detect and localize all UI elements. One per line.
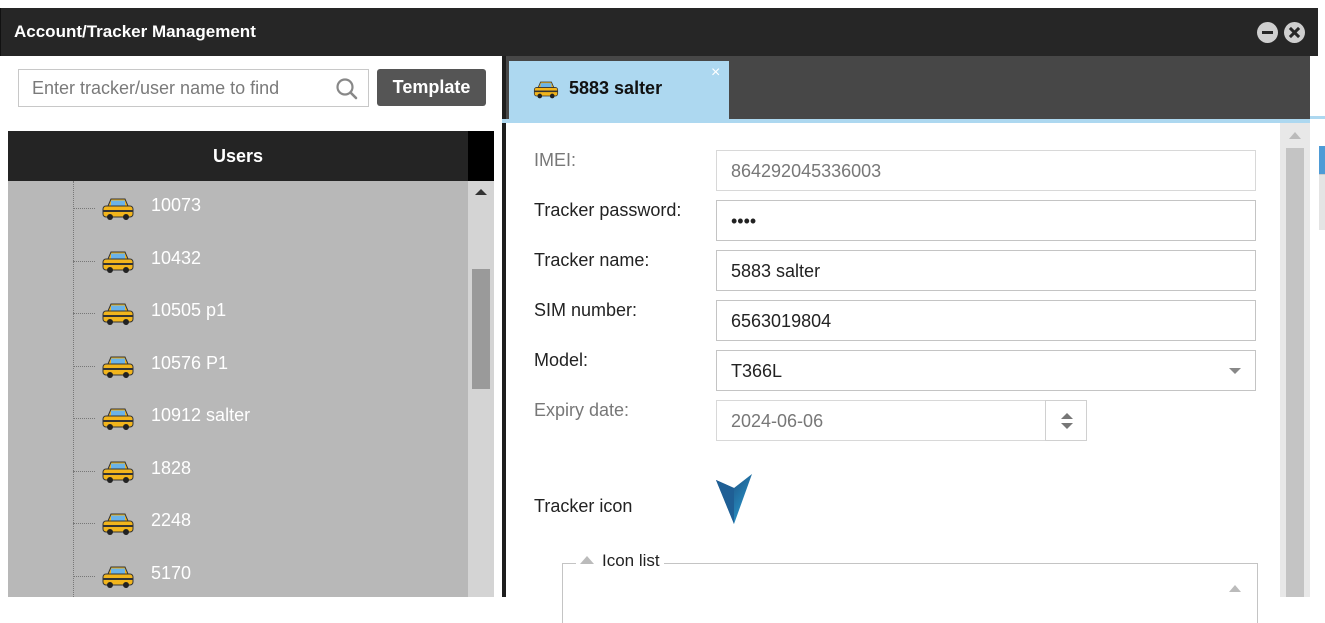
close-window-icon[interactable] <box>1284 22 1305 43</box>
window-title: Account/Tracker Management <box>14 22 256 41</box>
sim-number-field[interactable]: 6563019804 <box>716 300 1256 341</box>
car-icon <box>102 513 134 535</box>
tree-branch <box>73 208 95 209</box>
tree-item-label: 1828 <box>151 457 192 478</box>
tree-branch <box>73 418 95 419</box>
tree-item[interactable]: 2248 <box>73 496 453 536</box>
tree-item-label: 2248 <box>151 510 192 530</box>
tree-branch <box>73 523 95 524</box>
search-icon[interactable] <box>334 76 360 102</box>
tree-item[interactable]: 10432 <box>73 234 453 274</box>
tracker-detail-panel: 5883 salter × IMEI: 864292045336003 Trac… <box>502 56 1310 623</box>
car-icon <box>102 198 134 220</box>
car-icon <box>102 408 134 430</box>
imei-field: 864292045336003 <box>716 150 1256 191</box>
tracker-icon-label: Tracker icon <box>534 496 633 516</box>
expiry-date-field: 2024-06-06 <box>716 400 1046 441</box>
spinner-up-icon[interactable] <box>1061 413 1073 419</box>
scrollbar-thumb[interactable] <box>1286 148 1304 597</box>
imei-label: IMEI: <box>534 150 577 170</box>
background-window-edge <box>1310 56 1325 597</box>
tree-item[interactable]: 1828 <box>73 444 453 484</box>
icon-list-scroll-up-icon[interactable] <box>1229 585 1241 592</box>
password-field[interactable]: •••• <box>716 200 1256 241</box>
tree-branch <box>73 575 95 577</box>
car-icon <box>102 461 134 483</box>
car-icon <box>533 81 559 99</box>
tracker-name-field[interactable]: 5883 salter <box>716 250 1256 291</box>
collapse-icon[interactable] <box>580 555 594 564</box>
tree-item[interactable]: 10576 P1 <box>73 339 453 379</box>
car-icon <box>102 356 134 378</box>
model-value: T366L <box>731 361 783 381</box>
car-icon <box>102 251 134 273</box>
tree-item-label: 5170 <box>151 562 192 583</box>
users-header-filler <box>468 131 494 181</box>
title-bar: Account/Tracker Management <box>0 8 1318 56</box>
model-label: Model: <box>534 350 589 370</box>
search-box <box>18 69 369 107</box>
tree-item-label: 10073 <box>151 195 202 215</box>
tree-item-label: 10505 p1 <box>151 300 227 320</box>
tree-branch <box>73 313 95 314</box>
tree-scrollbar[interactable] <box>468 181 494 597</box>
tree-item[interactable]: 10912 salter <box>73 391 453 431</box>
expiry-date-spinner[interactable] <box>1045 400 1087 441</box>
tree-item[interactable]: 10073 <box>73 181 453 221</box>
car-icon <box>102 303 134 325</box>
tracker-management-window: Account/Tracker Management Template User… <box>0 0 1325 623</box>
search-input[interactable] <box>19 70 324 106</box>
model-select[interactable]: T366L <box>716 350 1256 391</box>
tree-item-label: 10576 P1 <box>151 352 229 373</box>
users-panel: Template Users 10073 10432 10505 p1 10576 P… <box>8 56 494 597</box>
tree-branch <box>73 260 95 262</box>
tree-item[interactable]: 10505 p1 <box>73 286 453 326</box>
template-button[interactable]: Template <box>377 69 486 106</box>
tab-bar: 5883 salter × <box>502 56 1310 119</box>
chevron-down-icon[interactable] <box>1229 368 1241 374</box>
tab-close-icon[interactable]: × <box>711 64 720 82</box>
edge-box <box>1319 174 1325 230</box>
tree-branch <box>73 470 95 472</box>
scroll-up-icon[interactable] <box>475 189 487 195</box>
scrollbar-thumb[interactable] <box>472 269 490 389</box>
tree-item-label: 10432 <box>151 247 202 268</box>
tracker-form: IMEI: 864292045336003 Tracker password: … <box>502 123 1310 623</box>
tree-branch <box>73 365 95 367</box>
tree-item[interactable]: 5170 <box>73 549 453 589</box>
edge-blue-bar <box>1319 146 1325 174</box>
tracker-name-label: Tracker name: <box>534 250 650 270</box>
icon-list-box <box>562 563 1258 623</box>
tab-label: 5883 salter <box>569 78 663 98</box>
tab-5883-salter[interactable]: 5883 salter × <box>509 61 729 119</box>
spinner-down-icon[interactable] <box>1061 423 1073 429</box>
car-icon <box>102 566 134 588</box>
password-label: Tracker password: <box>534 200 682 220</box>
expiry-date-label: Expiry date: <box>534 400 630 420</box>
minimize-icon[interactable] <box>1257 22 1278 43</box>
icon-list-toggle[interactable]: Icon list <box>576 551 664 571</box>
users-tree: 10073 10432 10505 p1 10576 P1 10912 salter 18… <box>8 181 468 597</box>
icon-list-label: Icon list <box>602 551 660 570</box>
tracker-arrow-icon[interactable] <box>714 472 754 528</box>
scroll-up-icon[interactable] <box>1289 132 1301 139</box>
users-header: Users <box>8 131 468 181</box>
sim-number-label: SIM number: <box>534 300 638 320</box>
tree-item-label: 10912 salter <box>151 405 251 425</box>
edge-tabline <box>1310 56 1325 119</box>
form-scrollbar[interactable] <box>1280 123 1310 597</box>
